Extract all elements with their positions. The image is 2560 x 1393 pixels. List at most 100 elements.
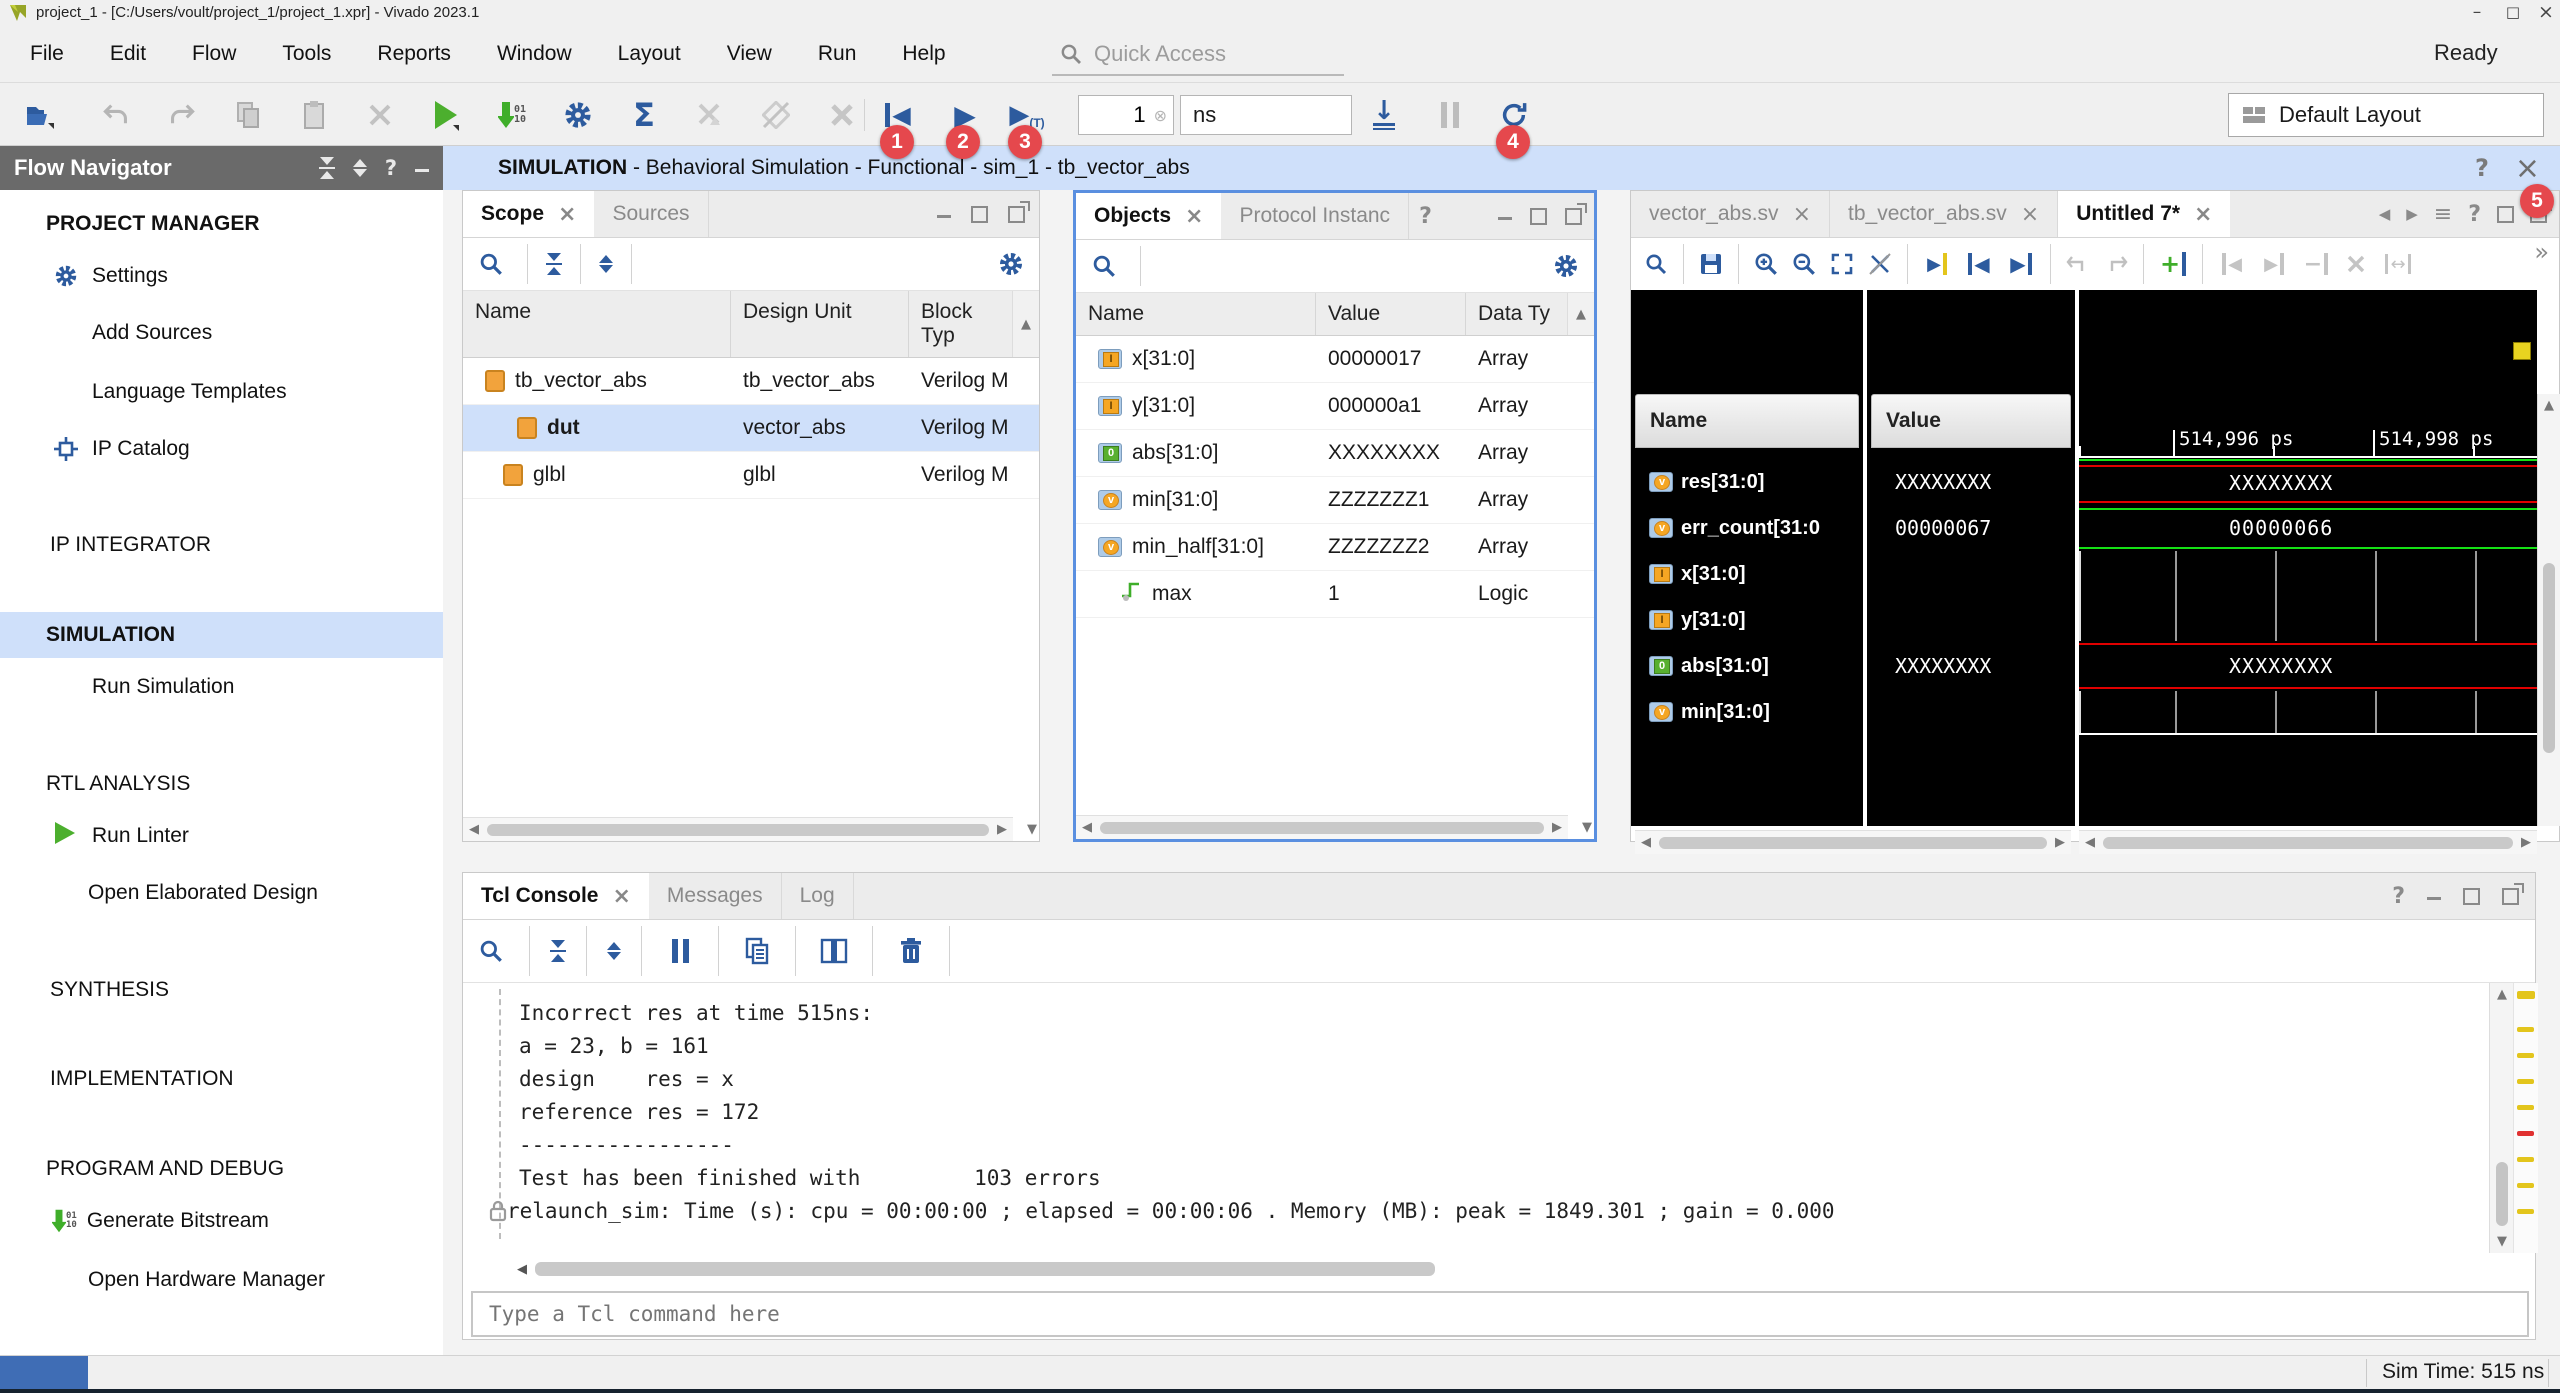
next-transition-icon[interactable]	[2004, 246, 2038, 282]
menu-tools[interactable]: Tools	[282, 42, 331, 66]
tab-scroll-right-icon[interactable]	[2406, 205, 2418, 223]
scroll-up-icon[interactable]	[2544, 394, 2554, 413]
scroll-down-icon[interactable]	[1582, 820, 1592, 835]
run-flow-icon[interactable]	[427, 95, 465, 135]
window-maximize-button[interactable]	[2498, 0, 2528, 24]
sidebar-item-rtl-analysis[interactable]: RTL ANALYSIS	[0, 761, 443, 807]
col-name[interactable]: Name	[463, 291, 731, 357]
menu-run[interactable]: Run	[818, 42, 857, 66]
scroll-down-icon[interactable]	[1027, 822, 1037, 837]
col-design-unit[interactable]: Design Unit	[731, 291, 909, 357]
help-icon[interactable]	[385, 156, 397, 180]
panel-maximize-icon[interactable]	[2497, 206, 2514, 223]
copy-text-icon[interactable]	[739, 933, 775, 969]
scope-hscrollbar[interactable]	[463, 817, 1013, 841]
close-icon[interactable]	[612, 884, 630, 909]
scroll-right-icon[interactable]	[1552, 820, 1562, 835]
expand-all-icon[interactable]	[353, 159, 367, 177]
sidebar-item-add-sources[interactable]: Add Sources	[0, 310, 443, 356]
menu-view[interactable]: View	[727, 42, 772, 66]
pause-output-icon[interactable]	[662, 933, 698, 969]
scroll-left-icon[interactable]	[517, 1262, 527, 1277]
tcl-command-input[interactable]	[473, 1302, 2527, 1326]
tcl-command-box[interactable]	[471, 1291, 2529, 1337]
generate-bitstream-icon[interactable]: 0110	[493, 95, 531, 135]
scroll-left-icon[interactable]	[1641, 835, 1651, 850]
report-sigma-icon[interactable]	[625, 95, 663, 135]
close-simulation-icon[interactable]	[2515, 151, 2540, 186]
col-data-type[interactable]: Data Ty	[1466, 293, 1567, 335]
panel-maximize-icon[interactable]	[2463, 888, 2480, 905]
objects-row-x[interactable]: x[31:0] 00000017 Array	[1076, 336, 1594, 383]
col-block-type[interactable]: Block Typ	[909, 291, 1012, 357]
columns-icon[interactable]	[816, 933, 852, 969]
close-icon[interactable]	[2021, 202, 2039, 227]
close-icon[interactable]	[1185, 204, 1203, 229]
wave-values-header[interactable]: Value	[1871, 394, 2071, 448]
close-icon[interactable]	[558, 202, 576, 227]
col-value[interactable]: Value	[1316, 293, 1466, 335]
objects-row-max[interactable]: max 1 Logic	[1076, 571, 1594, 618]
close-icon[interactable]	[1793, 202, 1811, 227]
sidebar-item-simulation[interactable]: SIMULATION	[0, 612, 443, 658]
sidebar-item-open-elaborated-design[interactable]: Open Elaborated Design	[0, 870, 443, 916]
window-close-button[interactable]	[2532, 0, 2560, 24]
collapse-all-icon[interactable]	[546, 253, 562, 275]
save-icon[interactable]	[1696, 246, 1726, 282]
panel-maximize-icon[interactable]	[971, 206, 988, 223]
sidebar-item-language-templates[interactable]: Language Templates	[0, 369, 443, 415]
open-project-button[interactable]	[21, 95, 59, 135]
scroll-right-icon[interactable]	[2055, 835, 2065, 850]
goto-time-icon[interactable]	[1920, 246, 1954, 282]
window-minimize-button[interactable]	[2462, 0, 2492, 24]
zoom-in-icon[interactable]	[1751, 246, 1781, 282]
scope-row-glbl[interactable]: glbl glbl Verilog M	[463, 452, 1039, 499]
sim-time-field[interactable]	[1078, 95, 1174, 135]
objects-hscrollbar[interactable]	[1076, 815, 1568, 839]
add-marker-icon[interactable]	[2156, 246, 2190, 282]
wave-signal-min[interactable]: min[31:0]	[1641, 689, 1770, 735]
paste-icon[interactable]	[295, 95, 333, 135]
sidebar-item-open-hardware-manager[interactable]: Open Hardware Manager	[0, 1257, 443, 1303]
tab-sources[interactable]: Sources	[594, 191, 708, 237]
copy-icon[interactable]	[229, 95, 267, 135]
cursor-off-icon[interactable]	[1865, 246, 1895, 282]
expand-all-icon[interactable]	[607, 942, 621, 960]
redo-icon[interactable]	[163, 95, 201, 135]
tab-messages[interactable]: Messages	[649, 873, 782, 919]
tab-log[interactable]: Log	[782, 873, 854, 919]
panel-minimize-icon[interactable]	[1498, 213, 1512, 220]
close-icon[interactable]	[2194, 202, 2212, 227]
console-output[interactable]: Incorrect res at time 515ns: a = 23, b =…	[463, 983, 2487, 1253]
wave-names-hscrollbar[interactable]	[1635, 830, 2071, 854]
panel-float-icon[interactable]	[1565, 208, 1582, 225]
console-hscrollbar[interactable]	[511, 1257, 2489, 1281]
sidebar-item-ip-integrator[interactable]: IP INTEGRATOR	[0, 522, 443, 568]
sidebar-item-synthesis[interactable]: SYNTHESIS	[0, 967, 443, 1013]
tab-vector_abs-sv[interactable]: vector_abs.sv	[1631, 191, 1830, 237]
trash-icon[interactable]	[893, 933, 929, 969]
help-icon[interactable]	[2468, 202, 2481, 227]
zoom-fit-icon[interactable]	[1827, 246, 1857, 282]
wave-marker-icon[interactable]	[2513, 342, 2531, 360]
sidebar-item-run-linter[interactable]: Run Linter	[0, 813, 443, 859]
expand-all-icon[interactable]	[599, 255, 613, 273]
objects-row-min_half[interactable]: min_half[31:0] ZZZZZZZ2 Array	[1076, 524, 1594, 571]
menu-edit[interactable]: Edit	[110, 42, 146, 66]
wave-canvas-hscrollbar[interactable]	[2079, 830, 2537, 854]
wave-signal-x[interactable]: x[31:0]	[1641, 551, 1745, 597]
quick-access-search[interactable]: Quick Access	[1052, 34, 1344, 76]
objects-row-y[interactable]: y[31:0] 000000a1 Array	[1076, 383, 1594, 430]
toolbar-overflow-icon[interactable]	[2534, 238, 2549, 266]
menu-reports[interactable]: Reports	[377, 42, 451, 66]
sidebar-item-project-manager[interactable]: PROJECT MANAGER	[0, 201, 443, 247]
scroll-down-icon[interactable]	[2497, 1230, 2507, 1253]
zoom-out-icon[interactable]	[1789, 246, 1819, 282]
tab-scope[interactable]: Scope	[463, 191, 594, 237]
layout-selector[interactable]: Default Layout	[2228, 93, 2544, 137]
menu-flow[interactable]: Flow	[192, 42, 236, 66]
menu-file[interactable]: File	[30, 42, 64, 66]
waveform-canvas[interactable]: 514,996 ps 514,998 ps XXXXXXXX 00000066	[2079, 290, 2537, 826]
gear-icon[interactable]	[1548, 248, 1584, 284]
prev-transition-icon[interactable]	[1962, 246, 1996, 282]
